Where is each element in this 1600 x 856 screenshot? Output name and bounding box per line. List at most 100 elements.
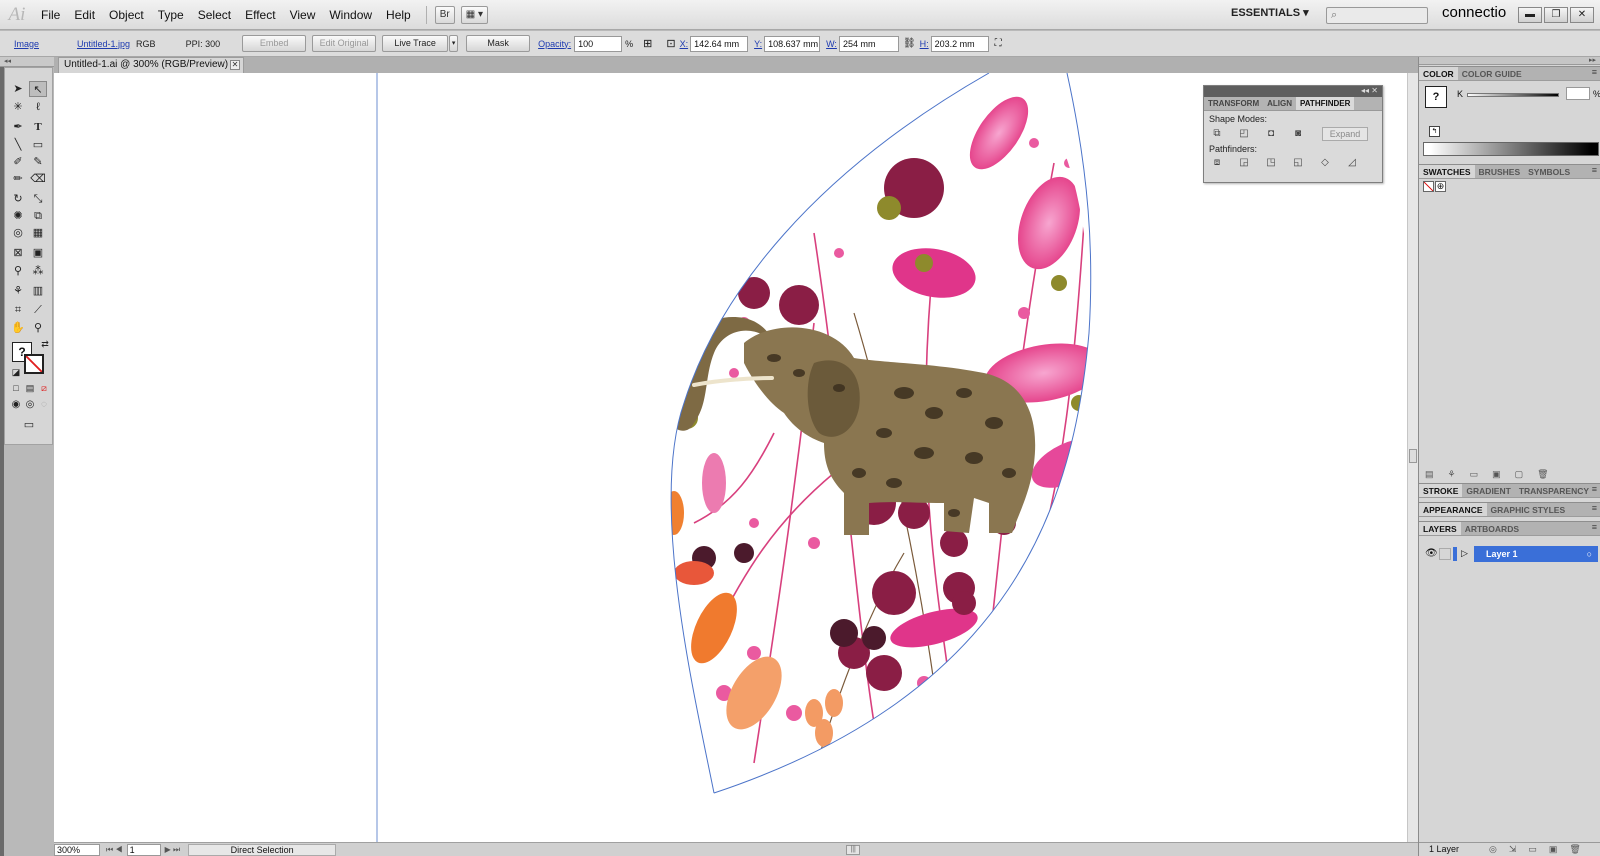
direct-selection-tool-icon[interactable]: ↖ — [29, 81, 47, 97]
tab-align[interactable]: ALIGN — [1263, 97, 1296, 110]
blend-tool-icon[interactable]: ⁂ — [29, 263, 47, 279]
registration-swatch[interactable]: ⊕ — [1435, 181, 1446, 192]
layers-menu-icon[interactable]: ≡ — [1592, 522, 1597, 532]
visibility-eye-icon[interactable]: 👁 — [1425, 548, 1438, 559]
mask-button[interactable]: Mask — [466, 35, 531, 52]
tab-symbols[interactable]: SYMBOLS — [1524, 165, 1574, 178]
layers-footer-icons[interactable]: ◎⇲▭▣🗑 — [1489, 843, 1593, 856]
merge-icon[interactable]: ◳ — [1264, 157, 1278, 169]
y-input[interactable]: 108.637 mm — [764, 35, 821, 52]
tab-transparency[interactable]: TRANSPARENCY — [1515, 484, 1593, 497]
tab-swatches[interactable]: SWATCHES — [1419, 165, 1475, 178]
minus-back-icon[interactable]: ◿ — [1345, 157, 1359, 169]
dock-collapse-icon[interactable]: ▸▸ — [1419, 57, 1600, 65]
close-tab-icon[interactable]: ✕ — [230, 60, 240, 70]
tab-artboards[interactable]: ARTBOARDS — [1461, 522, 1523, 535]
toolbar-collapse-icon[interactable]: ◂◂ — [0, 57, 54, 67]
stroke-menu-icon[interactable]: ≡ — [1592, 484, 1597, 494]
canvas-vertical-scrollbar[interactable] — [1407, 73, 1418, 842]
outline-icon[interactable]: ◇ — [1318, 157, 1332, 169]
help-search-input[interactable]: ⌕ — [1326, 7, 1428, 24]
arrange-documents-button[interactable]: ▦ ▾ — [460, 5, 488, 24]
artboard-number-select[interactable]: 1 — [126, 843, 161, 856]
tab-color-guide[interactable]: COLOR GUIDE — [1458, 67, 1526, 80]
opacity-input[interactable]: 100 — [574, 35, 623, 52]
k-slider[interactable] — [1467, 93, 1559, 97]
restore-button[interactable]: ❐ — [1544, 7, 1568, 23]
panel-collapse-icon[interactable]: ◂◂ ✕ — [1204, 86, 1382, 97]
menu-file[interactable]: File — [34, 0, 67, 30]
free-transform-tool-icon[interactable]: ⧉ — [29, 208, 47, 224]
tab-brushes[interactable]: BRUSHES — [1475, 165, 1525, 178]
default-fill-stroke-icon[interactable]: ◪ — [7, 364, 25, 380]
color-fill-stroke-swatch[interactable]: ? — [1425, 86, 1447, 108]
zoom-tool-icon[interactable]: ⚲ — [29, 320, 47, 336]
artboard-tool-icon[interactable]: ⌗ — [9, 302, 27, 318]
k-value-input[interactable] — [1566, 87, 1590, 100]
artboard-canvas[interactable] — [54, 73, 1407, 842]
rotate-tool-icon[interactable]: ↻ — [9, 191, 27, 207]
menu-edit[interactable]: Edit — [67, 0, 102, 30]
none-swatch[interactable] — [1423, 181, 1434, 192]
menu-effect[interactable]: Effect — [238, 0, 282, 30]
swatches-footer-icons[interactable]: ▤⚘▭▣▢🗑 — [1425, 469, 1595, 480]
line-tool-icon[interactable]: ╲ — [9, 137, 27, 153]
reference-point-icon[interactable]: ⊡ — [666, 37, 675, 50]
magic-wand-tool-icon[interactable]: ✳ — [9, 99, 27, 115]
live-trace-button[interactable]: Live Trace — [382, 35, 449, 52]
target-circle-icon[interactable]: ○ — [1587, 546, 1592, 562]
tab-appearance[interactable]: APPEARANCE — [1419, 503, 1487, 516]
draw-inside-icon[interactable]: ◌ — [35, 397, 53, 413]
menu-object[interactable]: Object — [102, 0, 151, 30]
paintbrush-tool-icon[interactable]: ✐ — [9, 154, 27, 170]
width-input[interactable]: 254 mm — [838, 35, 899, 52]
edit-original-button[interactable]: Edit Original — [312, 35, 377, 52]
panel-menu-icon[interactable]: ≡ — [1592, 67, 1597, 77]
menu-select[interactable]: Select — [191, 0, 238, 30]
embed-button[interactable]: Embed — [242, 35, 307, 52]
none-swatch-icon[interactable]: ↰ — [1429, 126, 1440, 137]
workspace-switcher[interactable]: ESSENTIALS ▾ — [1231, 6, 1309, 19]
column-graph-tool-icon[interactable]: ▥ — [29, 283, 47, 299]
screen-mode-icon[interactable]: ▭ — [20, 417, 38, 433]
document-tab[interactable]: Untitled-1.ai @ 300% (RGB/Preview) ✕ — [58, 57, 244, 73]
menu-window[interactable]: Window — [322, 0, 379, 30]
linked-file-link[interactable]: Untitled-1.jpg — [77, 39, 130, 49]
object-type-link[interactable]: Image — [14, 39, 39, 49]
opacity-label[interactable]: Opacity: — [538, 39, 571, 49]
selection-tool-icon[interactable]: ➤ — [9, 81, 27, 97]
tab-gradient[interactable]: GRADIENT — [1462, 484, 1514, 497]
scrollbar-thumb[interactable] — [1409, 449, 1417, 463]
artboard-nav-next-last-icon[interactable]: ▶ ⏭ — [165, 845, 181, 855]
hand-tool-icon[interactable]: ✋ — [9, 320, 27, 336]
divide-icon[interactable]: ⧈ — [1210, 157, 1224, 169]
minimize-button[interactable]: ▬ — [1518, 7, 1542, 23]
pen-tool-icon[interactable]: ✒ — [9, 119, 27, 135]
expand-button[interactable]: Expand — [1322, 127, 1368, 141]
bridge-button[interactable]: Br — [434, 5, 455, 24]
height-input[interactable]: 203.2 mm — [930, 35, 989, 52]
expand-layer-icon[interactable]: ▷ — [1461, 548, 1468, 559]
constrain-proportions-icon[interactable]: ⛓ — [903, 38, 916, 49]
none-mode-icon[interactable]: ⧄ — [35, 380, 53, 396]
tab-pathfinder[interactable]: PATHFINDER — [1296, 97, 1355, 110]
trace-options-dropdown[interactable]: ▾ — [449, 35, 459, 52]
symbol-sprayer-tool-icon[interactable]: ⚘ — [9, 283, 27, 299]
mesh-tool-icon[interactable]: ⊠ — [9, 245, 27, 261]
pencil-tool-icon[interactable]: ✏ — [9, 171, 27, 187]
swap-fill-stroke-icon[interactable]: ⇄ — [36, 336, 54, 352]
menu-view[interactable]: View — [283, 0, 323, 30]
appearance-menu-icon[interactable]: ≡ — [1592, 503, 1597, 513]
lock-toggle[interactable] — [1439, 548, 1451, 560]
rectangle-tool-icon[interactable]: ▭ — [29, 137, 47, 153]
tab-stroke[interactable]: STROKE — [1419, 484, 1463, 497]
trim-icon[interactable]: ◲ — [1237, 157, 1251, 169]
crop-icon[interactable]: ◱ — [1291, 157, 1305, 169]
eraser-tool-icon[interactable]: ⌫ — [29, 171, 47, 187]
eyedropper-tool-icon[interactable]: ⚲ — [9, 263, 27, 279]
layer-name[interactable]: Layer 1 ○ — [1474, 546, 1598, 562]
warp-tool-icon[interactable]: ✺ — [9, 208, 27, 224]
current-tool-status[interactable]: Direct Selection — [188, 843, 337, 856]
minus-front-icon[interactable]: ◰ — [1237, 128, 1251, 140]
color-spectrum-bar[interactable] — [1423, 142, 1599, 156]
